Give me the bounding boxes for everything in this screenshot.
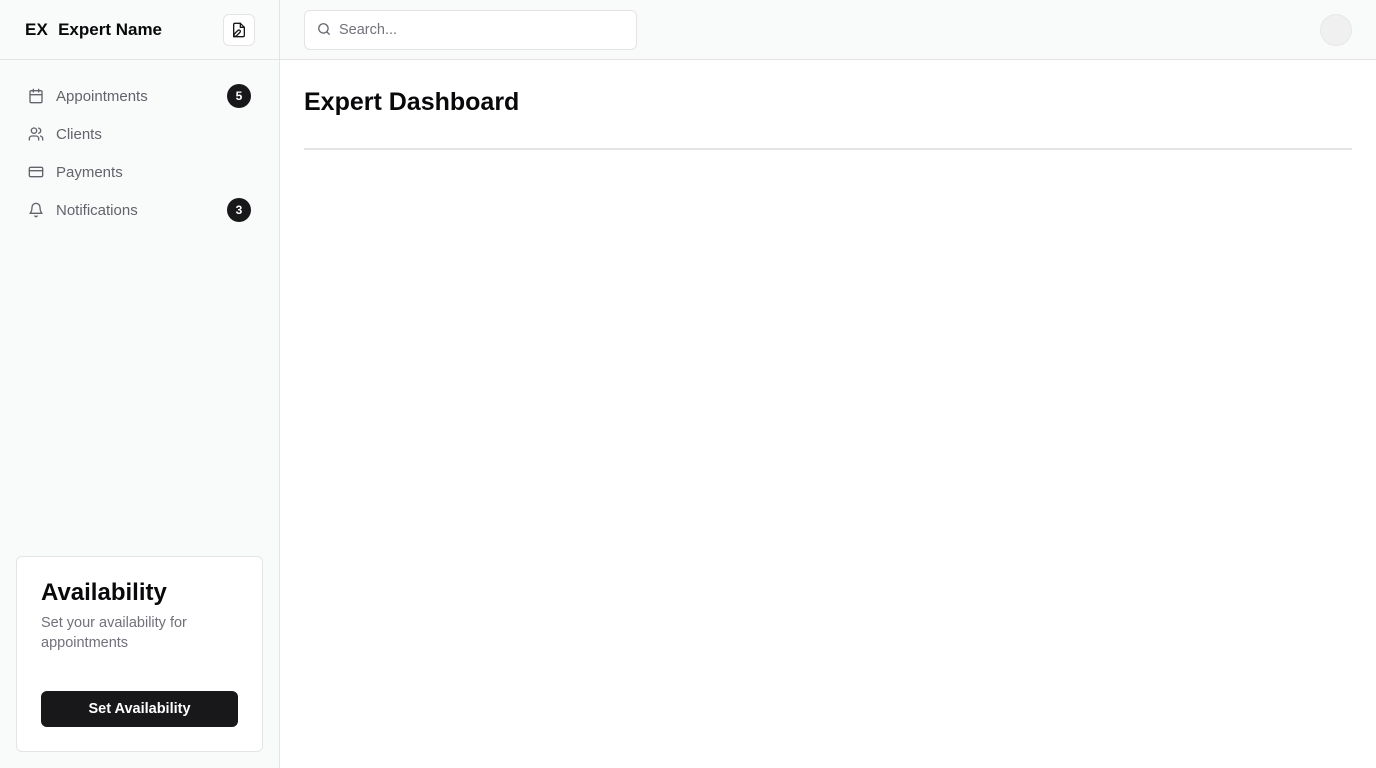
dashboard-content: Expert Dashboard — [280, 60, 1376, 174]
search-box[interactable] — [304, 10, 637, 50]
edit-profile-button[interactable] — [223, 14, 255, 46]
sidebar-header: EX Expert Name — [0, 0, 279, 60]
top-bar — [280, 0, 1376, 60]
brand-name: Expert Name — [58, 19, 163, 39]
sidebar-item-payments[interactable]: Payments — [0, 153, 279, 191]
app-root: EX Expert Name Appointments 5 Clients Pa… — [0, 0, 1376, 768]
search-icon — [317, 22, 331, 36]
sidebar-item-label: Appointments — [56, 87, 148, 105]
sidebar: EX Expert Name Appointments 5 Clients Pa… — [0, 0, 280, 768]
users-icon — [28, 126, 44, 142]
brand-abbr: EX — [25, 19, 49, 39]
appointments-count-badge: 5 — [227, 84, 251, 108]
main-area: Expert Dashboard — [280, 0, 1376, 768]
sidebar-item-appointments[interactable]: Appointments 5 — [0, 77, 279, 115]
bell-icon — [28, 202, 44, 218]
sidebar-item-label: Payments — [56, 163, 123, 181]
credit-card-icon — [28, 164, 44, 180]
page-title: Expert Dashboard — [304, 88, 520, 116]
sidebar-item-notifications[interactable]: Notifications 3 — [0, 191, 279, 229]
sidebar-item-label: Notifications — [56, 201, 138, 219]
notifications-count-badge: 3 — [227, 198, 251, 222]
file-edit-icon — [231, 22, 247, 38]
divider — [304, 148, 1352, 150]
availability-card: Availability Set your availability for a… — [16, 556, 263, 752]
sidebar-nav: Appointments 5 Clients Payments Notifica… — [0, 60, 279, 229]
availability-description: Set your availability for appointments — [41, 615, 187, 651]
sidebar-item-clients[interactable]: Clients — [0, 115, 279, 153]
user-avatar[interactable] — [1320, 14, 1352, 46]
set-availability-button[interactable]: Set Availability — [41, 691, 238, 727]
search-input[interactable] — [339, 22, 619, 38]
calendar-icon — [28, 88, 44, 104]
availability-title: Availability — [41, 579, 167, 606]
sidebar-item-label: Clients — [56, 125, 102, 143]
